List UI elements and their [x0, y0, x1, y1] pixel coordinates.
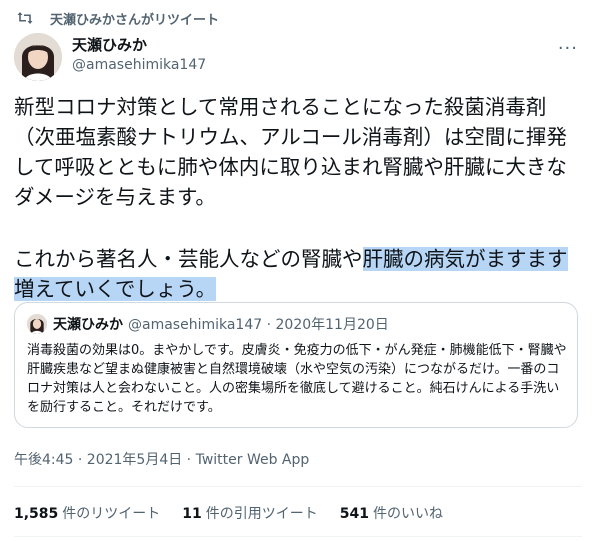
retweet-context[interactable]: 天瀬ひみかさんがリツイート	[14, 9, 220, 28]
retweet-label: 天瀬ひみかさんがリツイート	[50, 12, 220, 28]
engagement-stats: 1,585 件のリツイート 11 件の引用ツイート 541 件のいいね	[14, 503, 465, 523]
tweet-timestamp[interactable]: 午後4:45 · 2021年5月4日 · Twitter Web App	[14, 449, 309, 469]
retweet-icon	[14, 11, 36, 25]
likes-count: 541	[339, 506, 370, 522]
author-block[interactable]: 天瀬ひみか @amasehimika147	[72, 35, 206, 75]
quoted-meta: @amasehimika147 · 2020年11月20日	[128, 317, 389, 333]
author-name[interactable]: 天瀬ひみか	[72, 35, 206, 55]
quotes-stat[interactable]: 11 件の引用ツイート	[182, 503, 317, 523]
more-options-icon[interactable]: ···	[558, 38, 578, 59]
tweet-text: 新型コロナ対策として常用されることになった殺菌消毒剤（次亜塩素酸ナトリウム、アル…	[14, 92, 586, 304]
quotes-count: 11	[182, 506, 202, 522]
quoted-author-name: 天瀬ひみか	[53, 317, 123, 333]
tweet-plain-text: これから著名人・芸能人などの腎臓や	[14, 247, 363, 271]
quotes-label: 件の引用ツイート	[205, 506, 318, 522]
author-handle[interactable]: @amasehimika147	[72, 55, 206, 75]
quoted-text: 消毒殺菌の効果は0。まやかしです。皮膚炎・免疫力の低下・がん発症・肺機能低下・腎…	[27, 343, 567, 415]
quoted-tweet[interactable]: 天瀬ひみか @amasehimika147 · 2020年11月20日 消毒殺菌…	[14, 302, 578, 428]
likes-stat[interactable]: 541 件のいいね	[340, 503, 443, 523]
quoted-tweet-header: 天瀬ひみか @amasehimika147 · 2020年11月20日	[27, 314, 389, 334]
retweets-label: 件のリツイート	[62, 506, 161, 522]
retweets-count: 1,585	[14, 506, 59, 522]
avatar[interactable]	[14, 33, 62, 81]
tweet-paragraph-2: これから著名人・芸能人などの腎臓や肝臓の病気がますます増えていくでしょう。	[14, 244, 586, 304]
retweets-stat[interactable]: 1,585 件のリツイート	[14, 503, 160, 523]
likes-label: 件のいいね	[373, 506, 444, 522]
tweet-paragraph-1: 新型コロナ対策として常用されることになった殺菌消毒剤（次亜塩素酸ナトリウム、アル…	[14, 95, 567, 209]
divider	[14, 486, 582, 487]
quoted-avatar	[27, 314, 47, 334]
divider	[14, 536, 582, 537]
